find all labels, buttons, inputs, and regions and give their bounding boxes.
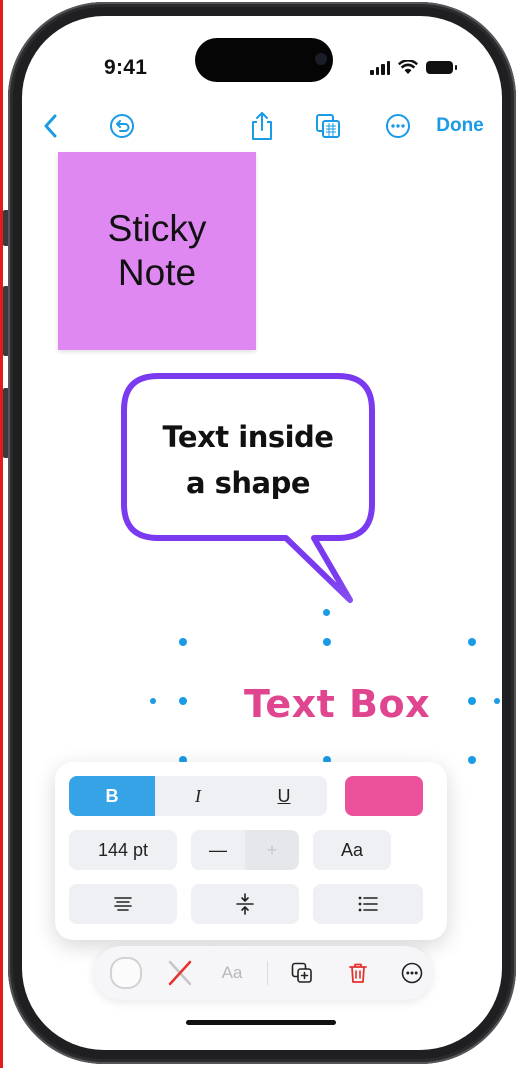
status-icons	[370, 60, 457, 75]
red-margin-line	[0, 0, 3, 1068]
sticky-note-line2: Note	[117, 252, 197, 293]
duplicate-icon	[291, 962, 312, 983]
fill-circle-icon	[110, 957, 142, 989]
text-align-button[interactable]	[69, 884, 177, 924]
vertical-center-icon	[236, 893, 254, 915]
align-left-icon	[114, 897, 132, 911]
more-icon	[401, 962, 423, 984]
resize-arrow-left[interactable]	[150, 698, 156, 704]
selection-handle-top-right[interactable]	[468, 638, 476, 646]
text-box[interactable]: Text Box	[244, 682, 430, 726]
fill-button[interactable]	[106, 946, 146, 1000]
resize-arrow-right[interactable]	[494, 698, 500, 704]
phone-screen: 9:41 Done Sticky Note Text inside a shap…	[22, 16, 502, 1050]
size-row: 144 pt — + Aa	[69, 830, 391, 870]
bottom-toolbar: Aa	[94, 946, 432, 1000]
shape-text-line2: a shape	[185, 466, 311, 500]
sticky-note-line1: Sticky	[107, 208, 207, 249]
text-color-swatch[interactable]	[345, 776, 423, 816]
bold-button[interactable]: B	[69, 776, 155, 816]
list-style-button[interactable]	[313, 884, 423, 924]
more-options-button[interactable]	[392, 946, 432, 1000]
back-button[interactable]	[34, 106, 66, 146]
selection-handle-left[interactable]	[179, 697, 187, 705]
share-icon	[252, 112, 272, 140]
font-size-field[interactable]: 144 pt	[69, 830, 177, 870]
stroke-button[interactable]	[160, 946, 200, 1000]
selection-handle-top[interactable]	[323, 638, 331, 646]
undo-icon	[110, 114, 134, 138]
home-indicator[interactable]	[186, 1020, 336, 1025]
style-row: B I U	[69, 776, 423, 816]
copy-button[interactable]	[310, 106, 346, 146]
wifi-icon	[398, 60, 418, 74]
undo-button[interactable]	[104, 106, 140, 146]
alignment-row	[69, 884, 423, 924]
done-button[interactable]: Done	[430, 106, 490, 146]
shape-text: Text inside a shape	[132, 414, 364, 506]
increase-size-button[interactable]: +	[245, 830, 299, 870]
battery-icon	[426, 61, 457, 74]
top-toolbar: Done	[22, 106, 502, 146]
cellular-signal-icon	[370, 60, 390, 75]
rotate-handle[interactable]	[323, 609, 330, 616]
more-icon	[386, 114, 410, 138]
copy-icon	[316, 114, 340, 138]
status-time: 9:41	[104, 56, 148, 79]
sticky-note[interactable]: Sticky Note	[58, 152, 256, 350]
duplicate-button[interactable]	[282, 946, 322, 1000]
chevron-left-icon	[44, 114, 57, 138]
shape-text-line1: Text inside	[162, 420, 334, 454]
italic-button[interactable]: I	[155, 776, 241, 816]
delete-button[interactable]	[338, 946, 378, 1000]
selection-handle-right[interactable]	[468, 697, 476, 705]
vertical-align-button[interactable]	[191, 884, 299, 924]
underline-button[interactable]: U	[241, 776, 327, 816]
camera-dot	[315, 53, 327, 65]
more-button[interactable]	[380, 106, 416, 146]
decrease-size-button[interactable]: —	[191, 830, 245, 870]
selection-handle-bottom-right[interactable]	[468, 756, 476, 764]
share-button[interactable]	[244, 106, 280, 146]
font-button[interactable]: Aa	[313, 830, 391, 870]
text-style-button[interactable]: Aa	[212, 946, 252, 1000]
format-popover: B I U 144 pt — + Aa	[55, 762, 447, 940]
trash-icon	[349, 963, 367, 983]
toolbar-divider	[264, 946, 270, 1000]
selection-handle-top-left[interactable]	[179, 638, 187, 646]
list-icon	[358, 896, 378, 912]
dynamic-island	[195, 38, 333, 82]
no-stroke-icon	[168, 960, 192, 986]
